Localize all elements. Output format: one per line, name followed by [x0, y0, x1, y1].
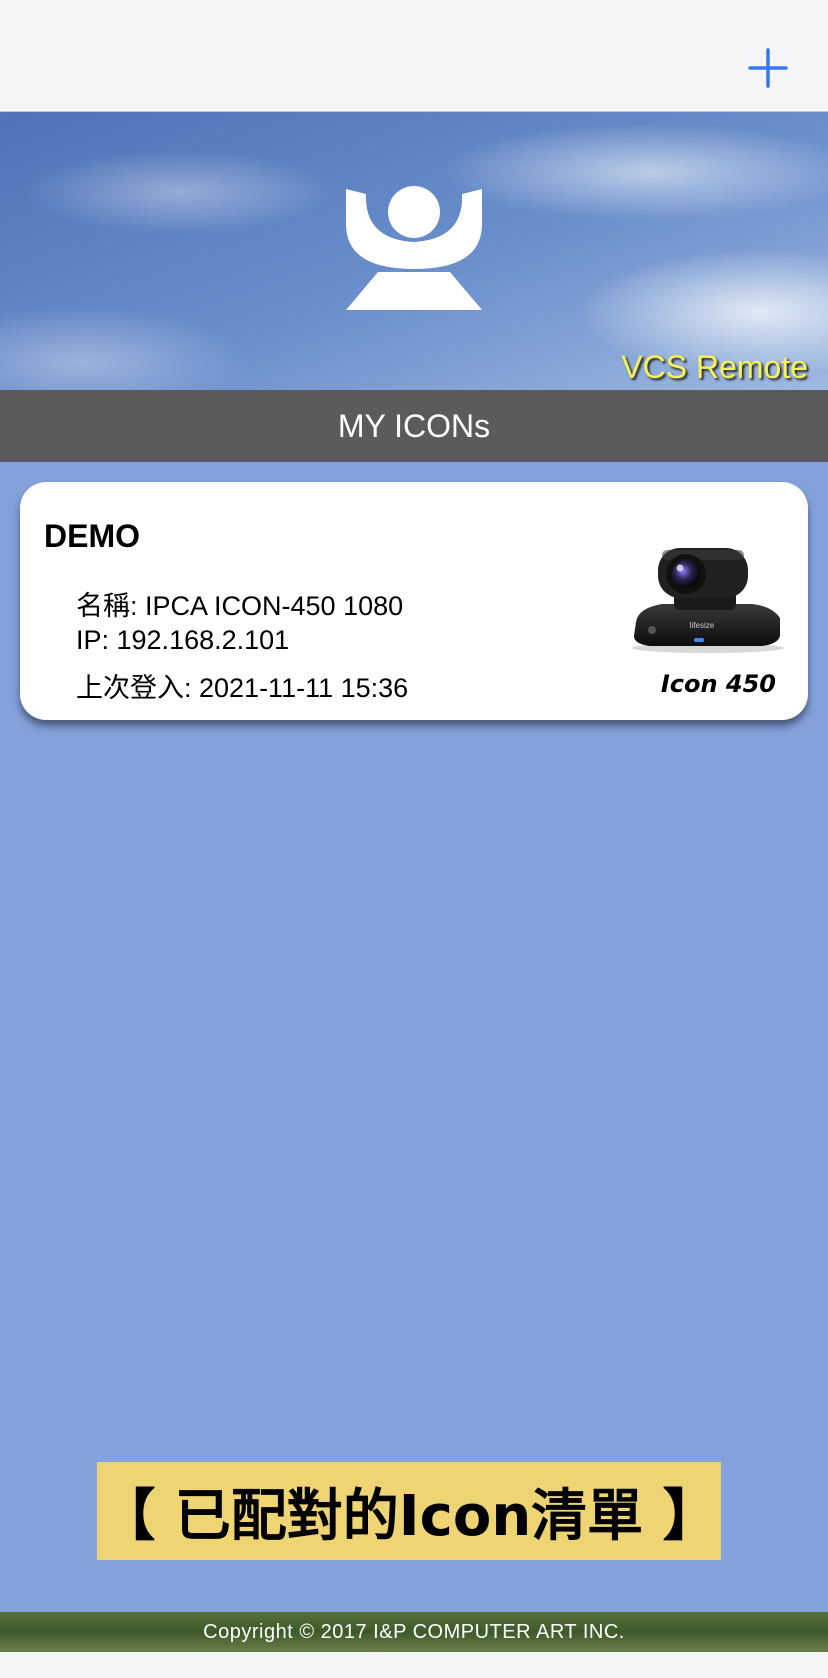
device-list: DEMO 名稱: IPCA ICON-450 1080 IP: 192.168.…	[0, 462, 828, 1612]
plus-icon	[748, 48, 788, 88]
section-title-text: MY ICONs	[337, 407, 491, 444]
camera-brand-label: lifesize	[690, 621, 715, 630]
add-device-button[interactable]	[748, 48, 788, 88]
section-title: MY ICONs	[0, 390, 828, 462]
camera-model-label: Icon 450	[660, 670, 776, 698]
camera-image: lifesize	[632, 548, 784, 653]
device-card[interactable]: DEMO 名稱: IPCA ICON-450 1080 IP: 192.168.…	[20, 482, 808, 720]
device-title: DEMO	[44, 518, 140, 554]
hero-banner: VCS Remote	[0, 112, 828, 390]
navigation-bar	[0, 0, 828, 112]
paired-list-banner-text: 【 已配對的Icon清單 】	[99, 1483, 719, 1549]
footer: Copyright © 2017 I&P COMPUTER ART INC.	[0, 1612, 828, 1652]
paired-list-banner: 【 已配對的Icon清單 】	[97, 1462, 721, 1560]
app-name-caption: VCS Remote	[621, 349, 808, 385]
webcam-logo-icon	[346, 186, 482, 310]
home-indicator-area	[0, 1652, 828, 1678]
device-last-login: 上次登入: 2021-11-11 15:36	[76, 673, 409, 703]
device-ip: IP: 192.168.2.101	[76, 625, 290, 655]
copyright-text: Copyright © 2017 I&P COMPUTER ART INC.	[203, 1620, 625, 1643]
device-name: 名稱: IPCA ICON-450 1080	[76, 591, 404, 621]
